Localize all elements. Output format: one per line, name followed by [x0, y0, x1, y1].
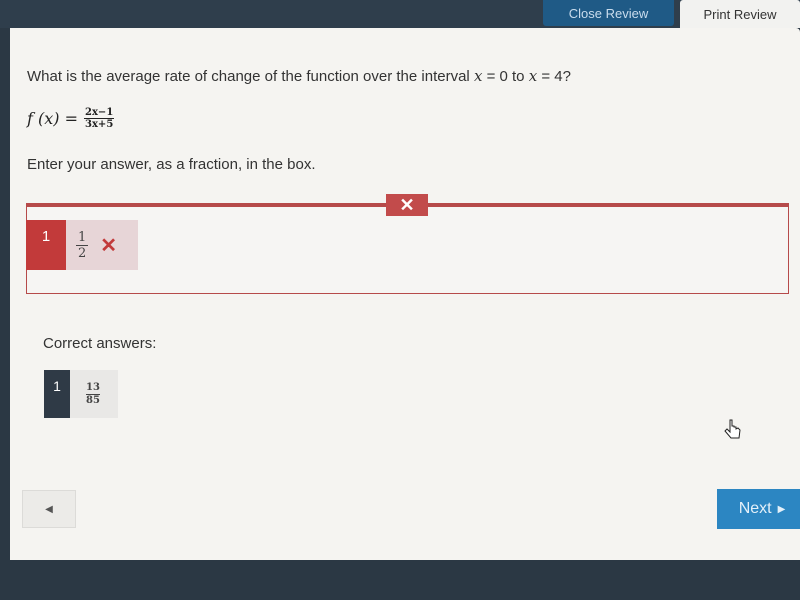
- print-review-button[interactable]: Print Review: [680, 0, 800, 28]
- function-numerator: 2x−1: [84, 107, 115, 119]
- next-label: Next: [738, 500, 772, 517]
- response-index: 1: [26, 220, 66, 270]
- instruction-text: Enter your answer, as a fraction, in the…: [27, 156, 316, 173]
- response-denominator: 2: [78, 245, 87, 261]
- question-mid-1: = 0 to: [482, 68, 529, 85]
- correct-answer: 13 85: [70, 370, 118, 418]
- next-button[interactable]: Next ▶: [717, 489, 800, 529]
- close-review-button[interactable]: Close Review: [543, 0, 674, 26]
- previous-button[interactable]: ◀: [22, 490, 76, 528]
- answer-box: [26, 203, 789, 294]
- x-icon: ✕: [399, 194, 415, 215]
- correct-answer-index: 1: [44, 370, 70, 418]
- incorrect-badge: ✕: [386, 194, 428, 216]
- question-panel: What is the average rate of change of th…: [10, 28, 800, 560]
- correct-answers-label: Correct answers:: [43, 335, 157, 352]
- top-bar: Close Review Print Review: [0, 0, 800, 28]
- question-mid-2: = 4?: [537, 68, 571, 85]
- next-arrow-icon: ▶: [777, 503, 786, 515]
- function-denominator: 3x+5: [85, 119, 114, 130]
- response-answer: 1 2 ✕: [66, 220, 138, 270]
- previous-arrow-icon: ◀: [45, 503, 53, 515]
- incorrect-x-icon: ✕: [100, 234, 118, 257]
- question-text: What is the average rate of change of th…: [27, 67, 571, 85]
- question-var-2: x: [528, 67, 538, 85]
- correct-numerator: 13: [86, 381, 100, 395]
- mouse-cursor-icon: [724, 419, 741, 439]
- response-fraction: 1 2: [76, 229, 89, 261]
- question-prefix: What is the average rate of change of th…: [27, 68, 474, 85]
- correct-denominator: 85: [86, 394, 100, 406]
- correct-fraction: 13 85: [86, 382, 100, 407]
- function-fraction: 2x−1 3x+5: [84, 107, 115, 130]
- response-numerator: 1: [76, 229, 89, 246]
- function-lhs: f (x) =: [27, 109, 79, 128]
- function-formula: f (x) = 2x−1 3x+5: [27, 107, 115, 130]
